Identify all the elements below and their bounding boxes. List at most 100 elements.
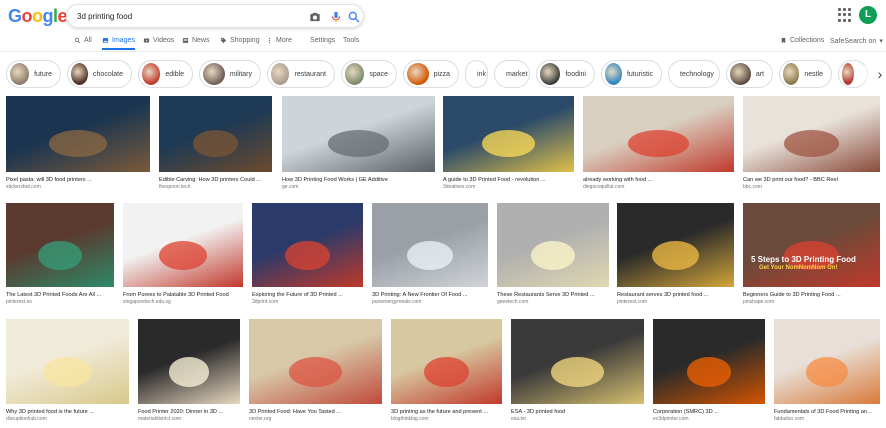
image-result-card[interactable]: ESA - 3D printed food esa.int <box>511 319 644 423</box>
chip-label: future <box>34 70 52 78</box>
tab-more[interactable]: More <box>266 37 292 44</box>
result-thumbnail[interactable] <box>497 203 609 287</box>
result-caption[interactable]: Corporation (SMRC) 3D ... <box>653 409 765 416</box>
result-thumbnail[interactable] <box>6 96 150 172</box>
result-caption[interactable]: Pixel pasta: will 3D food printers ... <box>6 177 150 184</box>
chip-chocolate[interactable]: chocolate <box>67 60 132 88</box>
image-result-card[interactable]: The Latest 3D Printed Foods Are All ... p… <box>6 203 114 306</box>
microphone-icon[interactable] <box>329 10 343 24</box>
image-result-card[interactable]: Why 3D printed food is the future ... dis… <box>6 319 129 423</box>
result-thumbnail[interactable] <box>743 96 880 172</box>
image-result-card[interactable]: Restaurant serves 3D printed food ... pin… <box>617 203 734 306</box>
result-caption[interactable]: 3D Printed Food: Have You Tasted ... <box>249 409 382 416</box>
chip-futuristic[interactable]: futuristic <box>601 60 662 88</box>
result-caption[interactable]: Edible Carving: How 3D printers Could ..… <box>159 177 272 184</box>
image-result-card[interactable]: already working with food ... diegocoquil… <box>583 96 734 191</box>
chip-future[interactable]: future <box>6 60 61 88</box>
image-result-card[interactable]: Can we 3D print our food? - BBC Reel bbc.… <box>743 96 880 191</box>
result-caption[interactable]: 3D printing as the future and present ..… <box>391 409 502 416</box>
result-thumbnail[interactable] <box>511 319 644 404</box>
chip-restaurant[interactable]: restaurant <box>267 60 335 88</box>
result-thumbnail[interactable] <box>774 319 880 404</box>
result-thumbnail[interactable] <box>123 203 243 287</box>
result-thumbnail[interactable] <box>249 319 382 404</box>
tab-images[interactable]: Images <box>102 37 135 50</box>
result-caption[interactable]: Why 3D printed food is the future ... <box>6 409 129 416</box>
chip-label: pizza <box>433 70 450 78</box>
image-result-card[interactable]: From Purees to Palatable 3D Printed Food… <box>123 203 243 306</box>
result-thumbnail[interactable] <box>653 319 765 404</box>
result-caption[interactable]: Beginners Guide to 3D Printing Food ... <box>743 292 880 299</box>
chip-thumbnail <box>345 63 365 85</box>
chip-technology[interactable]: technology <box>668 60 720 88</box>
chip-foodini[interactable]: foodini <box>536 60 595 88</box>
result-caption[interactable]: A guide to 3D Printed Food - revolution … <box>443 177 574 184</box>
image-result-card[interactable]: Pixel pasta: will 3D food printers ... st… <box>6 96 150 191</box>
result-caption[interactable]: already working with food ... <box>583 177 734 184</box>
result-thumbnail[interactable]: 5 Steps to 3D Printing Food Get Your NomN… <box>743 203 880 287</box>
chip-pizza[interactable]: pizza <box>403 60 459 88</box>
result-thumbnail[interactable] <box>443 96 574 172</box>
result-source: pinterest.com <box>617 299 648 305</box>
image-result-card[interactable]: Food Printer 2020: Dinner in 3D ... mater… <box>138 319 240 423</box>
tab-shopping[interactable]: Shopping <box>220 37 260 44</box>
image-result-card[interactable]: Fundamentals of 3D Food Printing an... fa… <box>774 319 880 423</box>
search-box[interactable] <box>66 4 364 28</box>
image-result-card[interactable]: Exploring the Future of 3D Printed ... 3d… <box>252 203 363 306</box>
chevron-right-icon[interactable]: › <box>870 63 886 85</box>
search-icon[interactable] <box>347 10 361 24</box>
tab-news[interactable]: News <box>182 37 210 44</box>
tab-all[interactable]: All <box>74 37 92 44</box>
apps-grid-icon[interactable] <box>838 8 852 22</box>
image-result-card[interactable]: Corporation (SMRC) 3D ... ev3dprinter.com <box>653 319 765 423</box>
image-result-card[interactable]: These Restaurants Serve 3D Printed ... ge… <box>497 203 609 306</box>
image-result-card[interactable]: 3D Printed Food: Have You Tasted ... next… <box>249 319 382 423</box>
result-caption[interactable]: ESA - 3D printed food <box>511 409 644 416</box>
safesearch-toggle[interactable]: SafeSearch on ▾ <box>830 37 883 46</box>
result-thumbnail[interactable] <box>391 319 502 404</box>
result-caption[interactable]: Restaurant serves 3D printed food ... <box>617 292 734 299</box>
result-thumbnail[interactable] <box>617 203 734 287</box>
avatar[interactable]: L <box>859 6 877 24</box>
chip-nestle[interactable]: nestle <box>779 60 832 88</box>
collections-link[interactable]: Collections <box>780 37 824 44</box>
chip-space[interactable]: space <box>341 60 397 88</box>
result-thumbnail[interactable] <box>6 203 114 287</box>
result-caption[interactable]: These Restaurants Serve 3D Printed ... <box>497 292 609 299</box>
result-caption[interactable]: Can we 3D print our food? - BBC Reel <box>743 177 880 184</box>
result-caption[interactable]: From Purees to Palatable 3D Printed Food <box>123 292 243 299</box>
result-thumbnail[interactable] <box>6 319 129 404</box>
result-thumbnail[interactable] <box>282 96 435 172</box>
chip-edible[interactable]: edible <box>138 60 193 88</box>
result-caption[interactable]: 3D Printing: A New Frontier Of Food ... <box>372 292 488 299</box>
result-caption[interactable]: Exploring the Future of 3D Printed ... <box>252 292 363 299</box>
camera-icon[interactable] <box>308 10 322 24</box>
result-caption[interactable]: The Latest 3D Printed Foods Are All ... <box>6 292 114 299</box>
chip-art[interactable]: art <box>726 60 773 88</box>
logo-letter: o <box>32 6 43 26</box>
result-caption[interactable]: Fundamentals of 3D Food Printing an... <box>774 409 880 416</box>
settings-link[interactable]: Settings <box>310 37 335 44</box>
result-caption[interactable]: How 3D Printing Food Works | GE Additive <box>282 177 435 184</box>
chip-market[interactable]: market <box>494 60 530 88</box>
search-input[interactable] <box>77 9 302 24</box>
image-result-card[interactable]: 3D printing as the future and present ..… <box>391 319 502 423</box>
chip-military[interactable]: military <box>199 60 261 88</box>
result-thumbnail[interactable] <box>138 319 240 404</box>
result-caption[interactable]: Food Printer 2020: Dinner in 3D ... <box>138 409 240 416</box>
tools-link[interactable]: Tools <box>343 37 359 44</box>
tab-videos[interactable]: Videos <box>143 37 174 44</box>
image-result-card[interactable]: How 3D Printing Food Works | GE Additive… <box>282 96 435 191</box>
chip-ink[interactable]: ink <box>465 60 488 88</box>
image-result-card[interactable]: 5 Steps to 3D Printing Food Get Your NomN… <box>743 203 880 306</box>
image-result-card[interactable]: A guide to 3D Printed Food - revolution … <box>443 96 574 191</box>
result-thumbnail[interactable] <box>159 96 272 172</box>
image-result-card[interactable]: Edible Carving: How 3D printers Could ..… <box>159 96 272 191</box>
image-result-card[interactable]: 3D Printing: A New Frontier Of Food ... p… <box>372 203 488 306</box>
result-thumbnail[interactable] <box>583 96 734 172</box>
chip-more[interactable] <box>838 60 868 88</box>
result-thumbnail[interactable] <box>252 203 363 287</box>
result-thumbnail[interactable] <box>372 203 488 287</box>
food-shape <box>805 357 849 387</box>
google-logo[interactable]: Google <box>8 6 68 27</box>
